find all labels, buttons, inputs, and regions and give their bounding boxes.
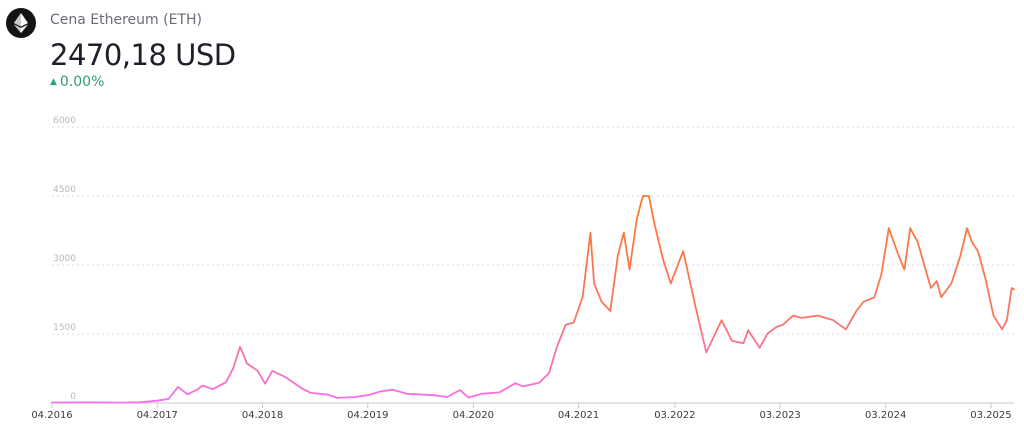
y-tick-label: 4500 xyxy=(53,185,76,195)
y-tick-label: 3000 xyxy=(53,254,76,264)
price-change-value: 0.00% xyxy=(59,74,105,90)
price-series-line xyxy=(51,195,1015,404)
x-tick-label: 04.2016 xyxy=(31,410,72,421)
y-tick-label: 1500 xyxy=(53,323,76,333)
x-tick-label: 04.2020 xyxy=(453,410,494,421)
grid-lines xyxy=(52,126,1014,404)
x-tick-label: 04.2017 xyxy=(137,410,178,421)
x-tick-label: 03.2022 xyxy=(654,410,695,421)
x-tick-label: 04.2018 xyxy=(242,410,283,421)
x-tick-label: 03.2025 xyxy=(970,410,1011,421)
x-tick-label: 04.2019 xyxy=(347,410,388,421)
coin-header: Cena Ethereum (ETH) 2470,18 USD ▲ 0.00% xyxy=(6,8,606,98)
ethereum-logo-icon xyxy=(6,8,36,38)
y-tick-label: 6000 xyxy=(53,116,76,126)
y-tick-label: 0 xyxy=(70,392,76,402)
y-axis-ticks: 0 1500 3000 4500 6000 xyxy=(53,116,76,402)
up-triangle-icon: ▲ xyxy=(50,76,57,87)
x-tick-label: 04.2021 xyxy=(558,410,599,421)
x-tick-label: 03.2024 xyxy=(865,410,906,421)
x-tick-label: 03.2023 xyxy=(759,410,800,421)
current-price: 2470,18 USD xyxy=(50,38,236,72)
price-change: ▲ 0.00% xyxy=(50,74,104,90)
price-chart: 01500300045006000 04.2016 04.2017 04.2018 0… xyxy=(31,116,1015,421)
coin-title: Cena Ethereum (ETH) xyxy=(50,12,202,28)
x-axis-ticks: 04.2016 04.2017 04.2018 04.2019 04.2020 04.20… xyxy=(31,403,1012,421)
